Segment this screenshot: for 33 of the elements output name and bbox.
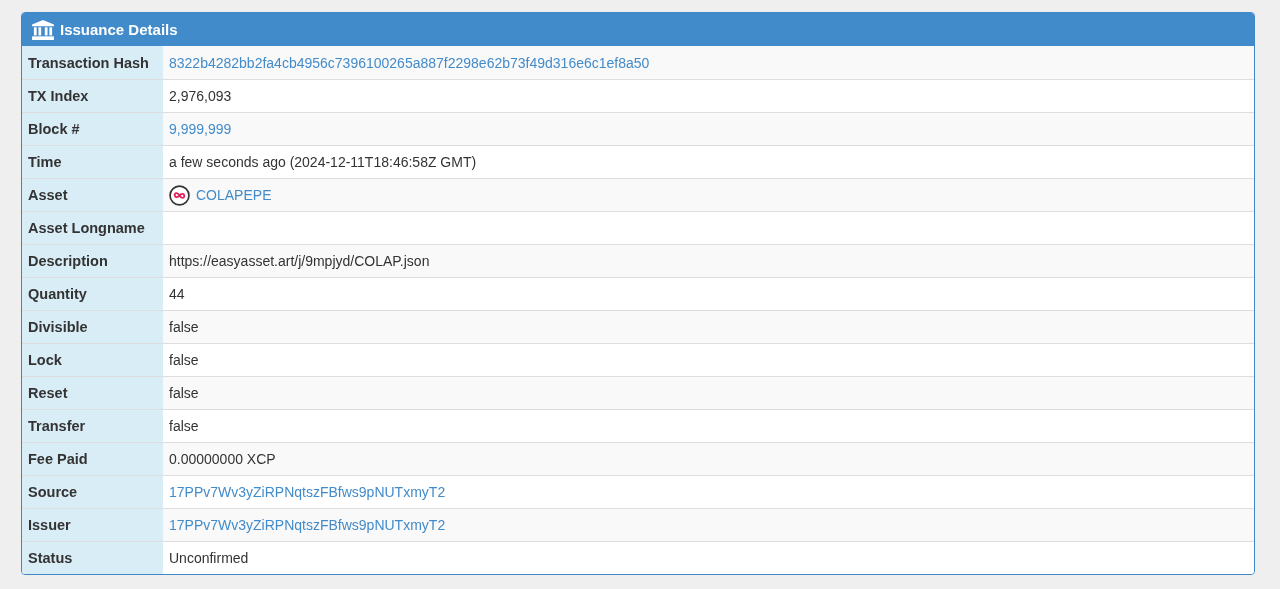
field-value: false xyxy=(169,385,199,401)
field-label: Transfer xyxy=(22,410,163,442)
field-value: false xyxy=(169,319,199,335)
bank-icon xyxy=(32,19,54,40)
field-label: Status xyxy=(22,542,163,574)
field-value: false xyxy=(169,418,199,434)
field-label: Issuer xyxy=(22,509,163,541)
asset-link[interactable]: COLAPEPE xyxy=(196,187,272,203)
field-value: a few seconds ago (2024-12-11T18:46:58Z GMT) xyxy=(169,154,477,170)
field-value: false xyxy=(169,352,199,368)
field-link[interactable]: 17PPv7Wv3yZiRPNqtszFBfws9pNUTxmyT2 xyxy=(169,484,446,500)
field-value: 44 xyxy=(169,286,185,302)
panel-title: Issuance Details xyxy=(60,21,178,38)
field-label: Divisible xyxy=(22,311,163,343)
field-value: https://easyasset.art/j/9mpjyd/COLAP.json xyxy=(169,253,430,269)
field-label: Description xyxy=(22,245,163,277)
field-value: 0.00000000 XCP xyxy=(169,451,276,467)
field-label: Time xyxy=(22,146,163,178)
field-label: Source xyxy=(22,476,163,508)
field-label: Lock xyxy=(22,344,163,376)
field-label: Reset xyxy=(22,377,163,409)
field-label: Fee Paid xyxy=(22,443,163,475)
field-label: Quantity xyxy=(22,278,163,310)
field-value: 2,976,093 xyxy=(169,88,232,104)
field-link[interactable]: 17PPv7Wv3yZiRPNqtszFBfws9pNUTxmyT2 xyxy=(169,517,446,533)
field-value: Unconfirmed xyxy=(169,550,249,566)
field-link[interactable]: 9,999,999 xyxy=(169,121,232,137)
field-label: Block # xyxy=(22,113,163,145)
field-label: Asset xyxy=(22,179,163,211)
asset-icon xyxy=(169,184,190,206)
field-label: Asset Longname xyxy=(22,212,163,244)
field-label: Transaction Hash xyxy=(22,46,163,79)
field-label: TX Index xyxy=(22,80,163,112)
